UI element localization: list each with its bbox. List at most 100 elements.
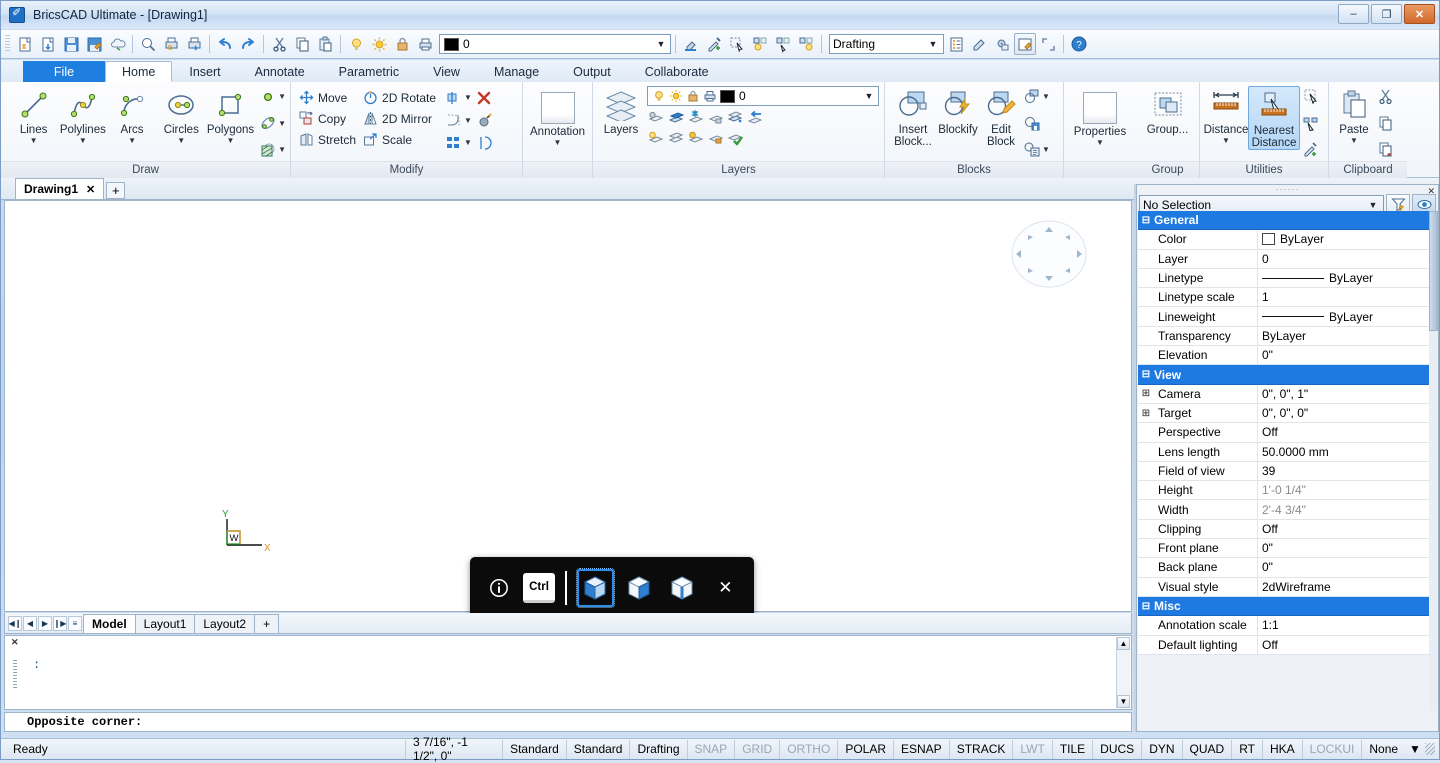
status-toggle-grid[interactable]: GRID bbox=[734, 740, 779, 759]
command-history[interactable]: ✕ : ▲ ▼ bbox=[4, 635, 1132, 710]
property-value-cell[interactable]: 2dWireframe bbox=[1258, 580, 1431, 594]
properties-scroll-thumb[interactable] bbox=[1429, 211, 1438, 331]
property-row[interactable]: Layer0 bbox=[1138, 250, 1431, 269]
chevron-down-icon[interactable]: ▼ bbox=[464, 117, 472, 125]
edge-cube-icon[interactable] bbox=[663, 569, 700, 607]
info-icon[interactable] bbox=[480, 569, 517, 607]
open-drawing-icon[interactable] bbox=[37, 33, 59, 55]
clipboard-copy-button[interactable] bbox=[1377, 115, 1394, 132]
property-row[interactable]: ColorByLayer bbox=[1138, 230, 1431, 249]
property-value-cell[interactable]: 2'-4 3/4" bbox=[1258, 503, 1431, 517]
first-layout-button[interactable]: ◀❙ bbox=[8, 616, 22, 631]
fullscreen-icon[interactable] bbox=[1037, 33, 1059, 55]
chevron-down-icon[interactable]: ▼ bbox=[1042, 93, 1050, 101]
face-cube-icon[interactable] bbox=[620, 569, 657, 607]
copy-base-button[interactable] bbox=[1377, 141, 1394, 158]
tab-view[interactable]: View bbox=[416, 61, 477, 82]
property-row[interactable]: Height1'-0 1/4" bbox=[1138, 481, 1431, 500]
property-value-cell[interactable]: 50.0000 mm bbox=[1258, 445, 1431, 459]
drawing-canvas[interactable]: Y X W bbox=[4, 200, 1132, 612]
layer-unlock-icon[interactable] bbox=[707, 129, 724, 146]
chevron-down-icon[interactable]: ▼ bbox=[278, 146, 286, 154]
property-row[interactable]: Back plane0" bbox=[1138, 558, 1431, 577]
property-row[interactable]: Elevation0" bbox=[1138, 346, 1431, 365]
layer-lock-icon[interactable] bbox=[391, 33, 413, 55]
layout-tab-model[interactable]: Model bbox=[83, 614, 136, 633]
collapse-icon[interactable]: ⊟ bbox=[1138, 369, 1154, 380]
command-grip[interactable] bbox=[13, 660, 17, 688]
scroll-down-icon[interactable]: ▼ bbox=[1117, 695, 1130, 708]
layers-button[interactable]: Layers bbox=[597, 86, 645, 136]
close-icon[interactable]: ✕ bbox=[86, 183, 95, 196]
layer-on2-icon[interactable] bbox=[647, 129, 664, 146]
chevron-down-icon[interactable]: ▼ bbox=[464, 94, 472, 102]
group-button[interactable]: Group... bbox=[1140, 86, 1195, 136]
save-icon[interactable] bbox=[60, 33, 82, 55]
property-value-cell[interactable]: 1 bbox=[1258, 290, 1431, 304]
property-value-cell[interactable]: 1:1 bbox=[1258, 618, 1431, 632]
modify-rotate-button[interactable]: 2D Rotate bbox=[359, 87, 439, 108]
plot-icon[interactable] bbox=[183, 33, 205, 55]
layer-off-icon[interactable] bbox=[647, 109, 664, 126]
layer-thaw2-icon[interactable] bbox=[687, 129, 704, 146]
block-save-button[interactable] bbox=[1023, 115, 1050, 132]
chevron-down-icon[interactable]: ▼ bbox=[1042, 146, 1050, 154]
layer-iso-icon[interactable] bbox=[727, 109, 744, 126]
property-row[interactable]: Front plane0" bbox=[1138, 539, 1431, 558]
modify-move-button[interactable]: Move bbox=[295, 87, 359, 108]
status-toggle-esnap[interactable]: ESNAP bbox=[893, 740, 949, 759]
property-value-cell[interactable]: ByLayer bbox=[1258, 271, 1431, 285]
tab-home[interactable]: Home bbox=[105, 61, 172, 82]
status-toggle-dyn[interactable]: DYN bbox=[1141, 740, 1181, 759]
collapse-icon[interactable]: ⊟ bbox=[1138, 215, 1154, 226]
cut-icon[interactable] bbox=[268, 33, 290, 55]
status-toggle-ortho[interactable]: ORTHO bbox=[779, 740, 837, 759]
property-row[interactable]: Default lightingOff bbox=[1138, 636, 1431, 655]
property-value-cell[interactable]: Off bbox=[1258, 522, 1431, 536]
copy-icon[interactable] bbox=[291, 33, 313, 55]
collapse-icon[interactable]: ⊟ bbox=[1138, 601, 1154, 612]
redo-icon[interactable] bbox=[237, 33, 259, 55]
modify-erase-button[interactable] bbox=[476, 89, 493, 106]
property-value-cell[interactable]: 0", 0", 0" bbox=[1258, 406, 1431, 420]
property-group-header[interactable]: ⊟Misc bbox=[1138, 597, 1431, 616]
draw-circles-button[interactable]: Circles ▼ bbox=[157, 86, 206, 145]
property-value-cell[interactable]: 0" bbox=[1258, 348, 1431, 362]
tab-insert[interactable]: Insert bbox=[172, 61, 237, 82]
chevron-down-icon[interactable]: ▼ bbox=[926, 39, 940, 49]
draw-hatch-button[interactable]: ▼ bbox=[259, 141, 286, 158]
close-button[interactable]: ✕ bbox=[1404, 4, 1435, 24]
property-value-cell[interactable]: 0" bbox=[1258, 541, 1431, 555]
modify-explode-button[interactable] bbox=[476, 112, 493, 129]
property-value-cell[interactable]: ByLayer bbox=[1258, 310, 1431, 324]
property-row[interactable]: ⊞Target0", 0", 0" bbox=[1138, 404, 1431, 423]
command-input[interactable]: Opposite corner: bbox=[4, 712, 1132, 732]
drawing-explorer-icon[interactable] bbox=[1014, 33, 1036, 55]
layer-dropdown[interactable]: 0 ▼ bbox=[439, 34, 671, 54]
layer-state-icon[interactable] bbox=[795, 33, 817, 55]
edit-block-button[interactable]: Edit Block bbox=[981, 86, 1021, 148]
select-similar-icon[interactable] bbox=[726, 33, 748, 55]
expand-icon[interactable]: ⊞ bbox=[1138, 408, 1154, 419]
status-toggle-strack[interactable]: STRACK bbox=[949, 740, 1013, 759]
chevron-down-icon[interactable]: ▼ bbox=[1222, 137, 1230, 145]
status-coordinates[interactable]: 3 7/16", -1 1/2", 0" bbox=[405, 740, 502, 759]
layer-plot-icon[interactable] bbox=[701, 88, 718, 105]
pick-point-button[interactable] bbox=[1302, 141, 1319, 158]
layer-on-icon[interactable] bbox=[650, 88, 667, 105]
last-layout-button[interactable]: ❙▶ bbox=[53, 616, 67, 631]
property-value-cell[interactable]: ByLayer bbox=[1258, 329, 1431, 343]
chevron-down-icon[interactable]: ▼ bbox=[128, 137, 136, 145]
property-row[interactable]: LineweightByLayer bbox=[1138, 307, 1431, 326]
cloud-save-icon[interactable] bbox=[106, 33, 128, 55]
modify-offset-button[interactable] bbox=[476, 134, 493, 151]
status-toggle-standard[interactable]: Standard bbox=[566, 740, 630, 759]
property-row[interactable]: Width2'-4 3/4" bbox=[1138, 500, 1431, 519]
annotation-button[interactable]: Annotation ▼ bbox=[527, 90, 588, 147]
status-toggle-tile[interactable]: TILE bbox=[1052, 740, 1092, 759]
property-row[interactable]: TransparencyByLayer bbox=[1138, 327, 1431, 346]
minimize-button[interactable]: – bbox=[1338, 4, 1369, 24]
property-row[interactable]: LinetypeByLayer bbox=[1138, 269, 1431, 288]
property-group-header[interactable]: ⊟View bbox=[1138, 365, 1431, 384]
draw-ellipse-button[interactable]: ▼ bbox=[259, 115, 286, 132]
